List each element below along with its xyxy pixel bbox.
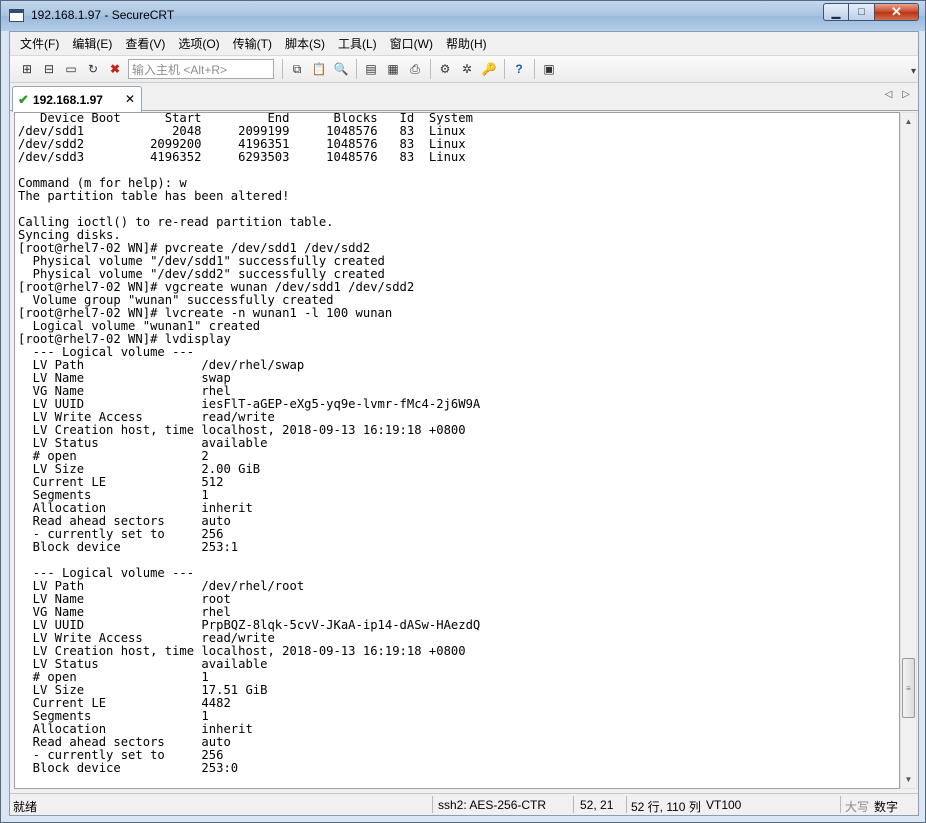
tab-navigation: ◁ ▷ (885, 89, 910, 100)
connect-in-tab-icon[interactable]: ▭ (62, 60, 80, 78)
tab-close-icon[interactable]: ✕ (125, 92, 135, 106)
menu-script[interactable]: 脚本(S) (285, 35, 325, 52)
print-selection-icon[interactable]: ▦ (384, 60, 402, 78)
terminal-line: The partition table has been altered! (18, 189, 290, 203)
minimize-button[interactable]: ▁ (823, 3, 849, 21)
toolbar-separator (504, 59, 505, 79)
status-separator (626, 796, 627, 813)
scroll-up-icon[interactable]: ▲ (901, 113, 916, 130)
connected-check-icon: ✔ (18, 91, 29, 107)
status-num: 数字 (874, 800, 899, 814)
tab-bar: ✔ 192.168.1.97 ✕ ◁ ▷ (10, 83, 918, 112)
status-connection: ssh2: AES-256-CTR (438, 798, 547, 812)
menu-help[interactable]: 帮助(H) (446, 35, 487, 52)
status-separator (573, 796, 574, 813)
find-icon[interactable]: 🔍 (332, 60, 350, 78)
disconnect-icon[interactable]: ✖ (106, 60, 124, 78)
print-icon[interactable]: ⎙ (406, 60, 424, 78)
menu-file[interactable]: 文件(F) (20, 35, 59, 52)
scrollbar-thumb[interactable]: ≡ (902, 658, 915, 718)
session-options-icon[interactable]: ⚙ (436, 60, 454, 78)
terminal-line: Block device 253:0 (18, 761, 239, 775)
reconnect-icon[interactable]: ↻ (84, 60, 102, 78)
toolbar-overflow-icon[interactable]: ▾ (911, 66, 916, 77)
tab-prev-icon[interactable]: ◁ (885, 89, 893, 100)
terminal-line: /dev/sdd3 4196352 6293503 1048576 83 Lin… (18, 150, 466, 164)
paste-icon[interactable]: 📋 (310, 60, 328, 78)
terminal-lines: Device Boot Start End Blocks Id System/d… (18, 113, 480, 775)
terminal-line: Block device 253:1 (18, 540, 239, 554)
status-cursor: 52, 21 (580, 798, 614, 812)
quick-connect-icon[interactable]: ⊟ (40, 60, 58, 78)
help-icon[interactable]: ? (510, 60, 528, 78)
print-screen-icon[interactable]: ▤ (362, 60, 380, 78)
connect-icon[interactable]: ⊞ (18, 60, 36, 78)
menu-view[interactable]: 查看(V) (125, 35, 165, 52)
toolbar-separator (430, 59, 431, 79)
host-input[interactable]: 输入主机 <Alt+R> (128, 59, 274, 79)
window-title: 192.168.1.97 - SecureCRT (31, 8, 175, 22)
menu-bar: 文件(F) 编辑(E) 查看(V) 选项(O) 传输(T) 脚本(S) 工具(L… (10, 32, 918, 54)
status-ready: 就绪 (13, 800, 38, 814)
toolbar-separator (534, 59, 535, 79)
window-controls: ▁ □ ✕ (823, 3, 919, 21)
status-terminal-type: VT100 (706, 798, 742, 812)
tab-session[interactable]: ✔ 192.168.1.97 ✕ (12, 86, 142, 112)
status-separator (840, 796, 841, 813)
status-caps: 大写 (845, 800, 870, 814)
client-area: 文件(F) 编辑(E) 查看(V) 选项(O) 传输(T) 脚本(S) 工具(L… (9, 31, 919, 816)
maximize-button[interactable]: □ (849, 3, 875, 21)
global-options-icon[interactable]: ✲ (458, 60, 476, 78)
tab-label: 192.168.1.97 (32, 92, 103, 107)
toolbar-separator (356, 59, 357, 79)
vertical-scrollbar[interactable]: ▲ ≡ ▼ (900, 112, 917, 789)
status-separator (432, 796, 433, 813)
keymap-icon[interactable]: 🔑 (480, 60, 498, 78)
app-icon (9, 9, 24, 22)
tab-next-icon[interactable]: ▷ (902, 89, 910, 100)
menu-transfer[interactable]: 传输(T) (233, 35, 272, 52)
toolbar: ⊞ ⊟ ▭ ↻ ✖ 输入主机 <Alt+R> ⧉ 📋 🔍 ▤ ▦ ⎙ ⚙ ✲ 🔑… (10, 55, 918, 83)
menu-tools[interactable]: 工具(L) (338, 35, 377, 52)
close-button[interactable]: ✕ (875, 3, 919, 21)
securecrt-window: 192.168.1.97 - SecureCRT ▁ □ ✕ 文件(F) 编辑(… (0, 0, 926, 823)
status-size: 52 行, 110 列 (631, 800, 701, 814)
menu-options[interactable]: 选项(O) (178, 35, 219, 52)
menu-edit[interactable]: 编辑(E) (72, 35, 112, 52)
copy-icon[interactable]: ⧉ (288, 60, 306, 78)
toolbar-separator (282, 59, 283, 79)
scroll-down-icon[interactable]: ▼ (901, 771, 916, 788)
title-bar[interactable]: 192.168.1.97 - SecureCRT ▁ □ ✕ (1, 1, 925, 31)
menu-window[interactable]: 窗口(W) (390, 35, 433, 52)
sftp-icon[interactable]: ▣ (540, 60, 558, 78)
terminal-output[interactable]: Device Boot Start End Blocks Id System/d… (14, 112, 900, 789)
status-bar: 就绪 ssh2: AES-256-CTR 52, 21 52 行, 110 列 … (10, 793, 918, 815)
